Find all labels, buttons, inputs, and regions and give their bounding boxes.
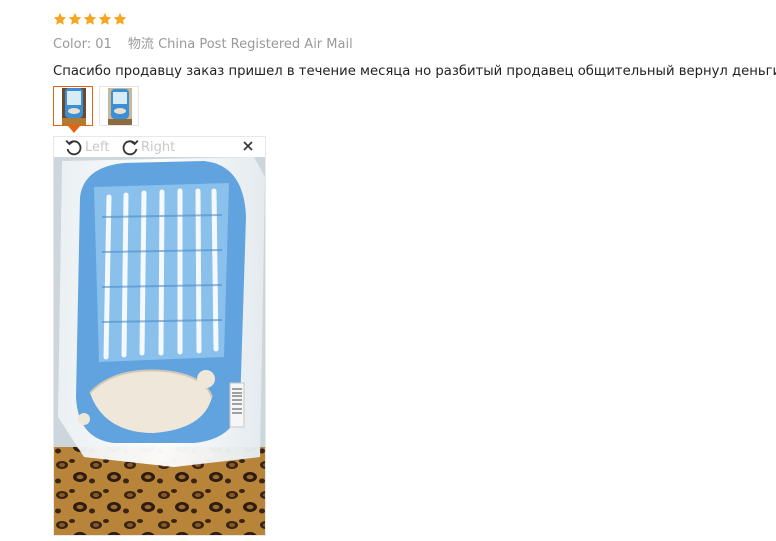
rotate-left-button[interactable]: Left	[64, 137, 109, 157]
close-icon[interactable]	[241, 139, 255, 153]
review-meta: Color: 01 物流 China Post Registered Air M…	[53, 36, 753, 54]
thumbnail-image	[62, 88, 86, 125]
selected-thumbnail-pointer	[68, 126, 80, 133]
photo-thumbnail-1[interactable]	[53, 86, 93, 126]
star-icon	[83, 12, 97, 25]
review-photo	[54, 157, 265, 535]
thumbnail-image	[108, 88, 132, 125]
review-photo-image	[54, 157, 265, 535]
shipping-value: China Post Registered Air Mail	[158, 37, 353, 52]
review-item: Color: 01 物流 China Post Registered Air M…	[53, 10, 776, 81]
rotate-right-button[interactable]: Right	[120, 137, 175, 157]
rotate-right-label: Right	[141, 139, 176, 155]
star-icon	[68, 12, 82, 25]
star-icon	[98, 12, 112, 25]
photo-thumbnail-2[interactable]	[99, 86, 139, 126]
review-comment: Спасибо продавцу заказ пришел в течение …	[53, 64, 776, 79]
shipping-label: 物流	[127, 37, 154, 52]
rating-stars	[53, 10, 753, 28]
photo-thumbnails	[53, 86, 139, 126]
star-icon	[113, 12, 127, 25]
rotate-left-icon	[65, 139, 82, 156]
rotate-right-icon	[122, 139, 139, 156]
rotate-left-label: Left	[85, 139, 110, 155]
star-icon	[53, 12, 67, 25]
color-label: Color:	[53, 37, 92, 52]
color-value: 01	[95, 37, 112, 52]
photo-viewer: Left Right	[53, 136, 266, 536]
viewer-toolbar: Left Right	[54, 137, 265, 157]
